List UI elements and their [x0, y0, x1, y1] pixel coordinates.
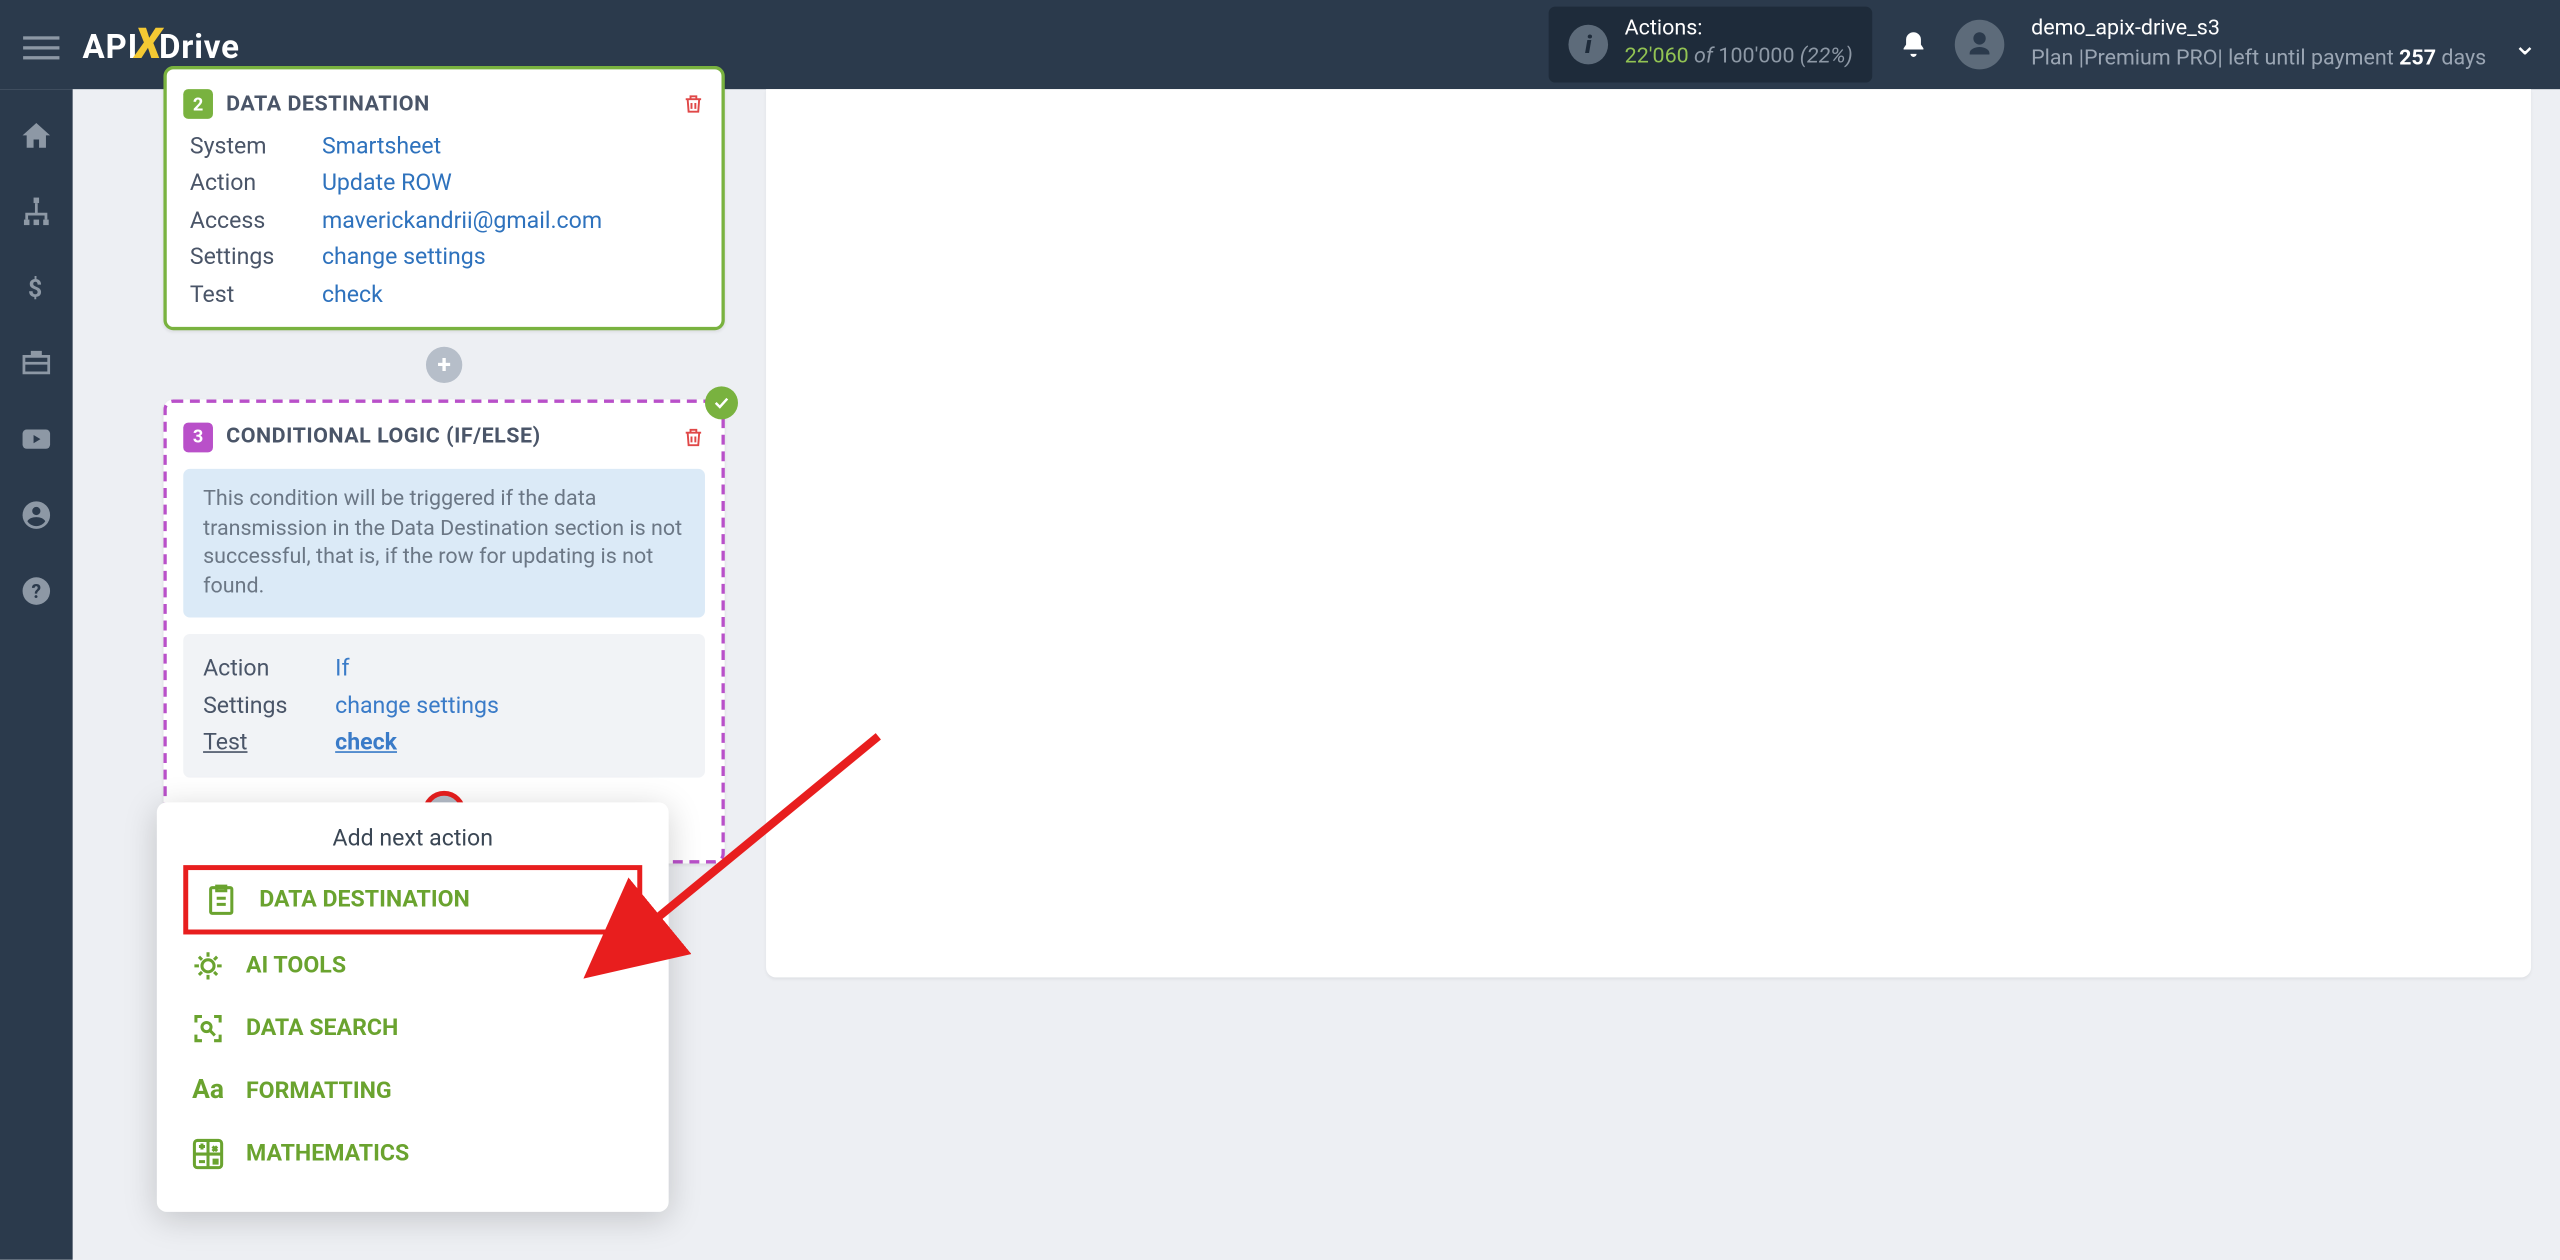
label-action: Action	[203, 651, 335, 688]
user-info[interactable]: demo_apix-drive_s3 Plan |Premium PRO| le…	[2031, 16, 2486, 74]
briefcase-icon[interactable]	[20, 347, 53, 380]
popup-label: DATA SEARCH	[246, 1015, 398, 1041]
popup-label: DATA DESTINATION	[259, 887, 470, 913]
popup-title: Add next action	[173, 826, 652, 852]
left-sidebar: $ ?	[0, 89, 73, 1260]
value-access[interactable]: maverickandrii@gmail.com	[322, 203, 602, 240]
svg-text:?: ?	[32, 580, 42, 603]
value-settings[interactable]: change settings	[322, 240, 486, 277]
label-settings: Settings	[190, 240, 322, 277]
popup-label: MATHEMATICS	[246, 1141, 409, 1167]
actions-pct: (22%)	[1795, 45, 1853, 70]
condition-info: This condition will be triggered if the …	[183, 469, 705, 618]
popup-item-data-search[interactable]: DATA SEARCH	[173, 997, 652, 1060]
logo-text2: Drive	[159, 26, 240, 66]
value-system[interactable]: Smartsheet	[322, 129, 441, 166]
bell-icon[interactable]	[1899, 30, 1929, 60]
actions-count: 22'060	[1625, 45, 1689, 70]
profile-icon[interactable]	[20, 499, 53, 532]
value-test[interactable]: check	[335, 725, 397, 762]
popup-item-mathematics[interactable]: MATHEMATICS	[173, 1123, 652, 1186]
clipboard-icon	[203, 882, 239, 918]
card-title: DATA DESTINATION	[226, 92, 430, 117]
popup-label: FORMATTING	[246, 1078, 392, 1104]
popup-item-data-destination[interactable]: DATA DESTINATION	[187, 868, 639, 931]
popup-label: AI TOOLS	[246, 953, 346, 979]
check-badge-icon	[705, 386, 738, 419]
value-settings[interactable]: change settings	[335, 688, 499, 725]
help-icon[interactable]: ?	[20, 575, 53, 608]
ai-gear-icon	[190, 948, 226, 984]
label-system: System	[190, 129, 322, 166]
label-access: Access	[190, 203, 322, 240]
user-name: demo_apix-drive_s3	[2031, 16, 2486, 45]
add-step-button[interactable]: +	[426, 347, 462, 383]
svg-text:$: $	[28, 275, 42, 304]
math-icon	[190, 1136, 226, 1172]
logo[interactable]: APIXDrive	[83, 20, 240, 70]
value-test[interactable]: check	[322, 277, 383, 314]
label-test: Test	[203, 725, 335, 762]
dollar-icon[interactable]: $	[20, 271, 53, 304]
card-title: CONDITIONAL LOGIC (IF/ELSE)	[226, 425, 540, 450]
scan-icon	[190, 1010, 226, 1046]
plan-text2: days	[2436, 46, 2486, 71]
popup-item-ai-tools[interactable]: AI TOOLS	[173, 934, 652, 997]
trash-icon[interactable]	[682, 92, 705, 115]
trash-icon[interactable]	[682, 426, 705, 449]
label-settings: Settings	[203, 688, 335, 725]
data-destination-card: 2 DATA DESTINATION SystemSmartsheet Acti…	[163, 66, 724, 330]
step-badge-3: 3	[183, 423, 213, 453]
step-badge-2: 2	[183, 89, 213, 119]
actions-of: of	[1689, 45, 1719, 70]
plan-text: Plan |Premium PRO| left until payment	[2031, 46, 2399, 71]
add-action-popup: Add next action DATA DESTINATION AI TOOL…	[157, 802, 669, 1211]
logo-text: API	[83, 26, 139, 66]
conditional-logic-card: 3 CONDITIONAL LOGIC (IF/ELSE) This condi…	[163, 399, 724, 864]
plan-days: 257	[2399, 46, 2436, 71]
label-test: Test	[190, 277, 322, 314]
label-action: Action	[190, 166, 322, 203]
text-aa-icon: Aa	[190, 1073, 226, 1109]
chevron-down-icon[interactable]: ⌄	[2513, 27, 2538, 62]
connections-icon[interactable]	[20, 195, 53, 228]
main-content-panel	[766, 89, 2531, 977]
youtube-icon[interactable]	[20, 423, 53, 456]
actions-total: 100'000	[1718, 45, 1794, 70]
info-icon: i	[1569, 25, 1609, 65]
actions-label: Actions:	[1625, 17, 1853, 45]
popup-item-formatting[interactable]: Aa FORMATTING	[173, 1060, 652, 1123]
user-avatar-icon[interactable]	[1955, 20, 2005, 70]
value-action[interactable]: Update ROW	[322, 166, 452, 203]
value-action[interactable]: If	[335, 651, 349, 688]
actions-counter[interactable]: i Actions: 22'060 of 100'000 (22%)	[1549, 7, 1873, 83]
hamburger-icon[interactable]	[23, 30, 59, 60]
home-icon[interactable]	[20, 119, 53, 152]
